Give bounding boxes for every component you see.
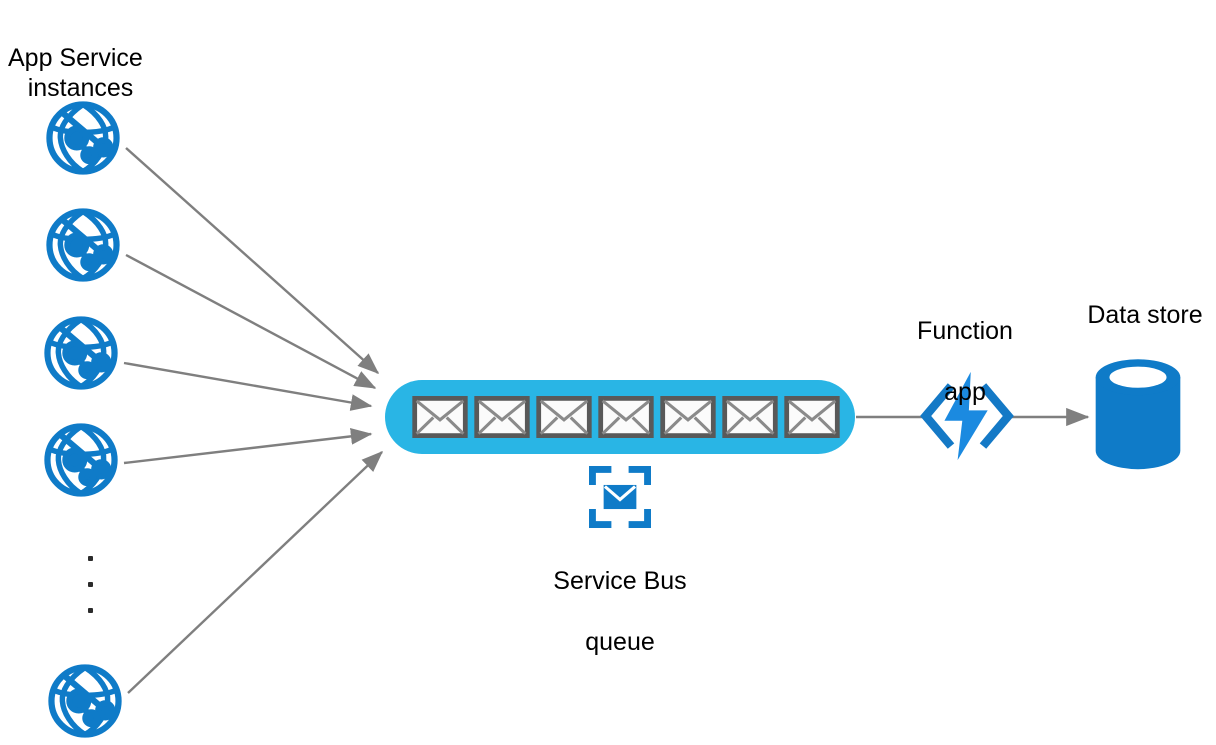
app-service-globe-icon (47, 319, 114, 386)
app-service-globe-icon (47, 426, 114, 493)
app-service-label-line1: App Service (8, 43, 143, 72)
connector-instance-3-to-queue (123, 361, 373, 411)
queue-message-7 (787, 398, 838, 435)
app-service-label-line2: instances (27, 74, 134, 102)
connector-instance-4-to-queue (123, 428, 373, 465)
service-bus-queue-label: Service Bus queue (500, 535, 740, 688)
service-bus-queue-icon-group[interactable] (592, 469, 647, 524)
ellipsis-dot-2 (88, 582, 93, 587)
service-bus-queue-icon (592, 469, 647, 524)
app-service-instance-n[interactable] (51, 667, 118, 734)
diagram-canvas: App Service instances Service Bus queue … (0, 0, 1216, 745)
connector-instance-1-to-queue (125, 147, 380, 374)
data-store-label: Data store (1087, 301, 1203, 329)
connector-instance-2-to-queue (125, 253, 377, 390)
database-cylinder-icon (1095, 359, 1181, 470)
queue-message-3 (539, 398, 590, 435)
queue-message-6 (725, 398, 776, 435)
queue-message-2 (477, 398, 528, 435)
app-service-instances-label: App Service instances (8, 12, 208, 134)
app-service-globe-icon (51, 667, 118, 734)
connector-group-instances-to-queue (123, 147, 384, 694)
ellipsis-dot-1 (88, 556, 93, 561)
function-app-label-line1: Function (917, 316, 1013, 345)
function-app-label-line2: app (944, 377, 986, 406)
app-service-instance-3[interactable] (47, 319, 114, 386)
queue-message-4 (601, 398, 652, 435)
service-bus-label-line2: queue (585, 627, 655, 656)
service-bus-queue-body[interactable] (385, 380, 855, 454)
connector-instance-n-to-queue (127, 451, 384, 694)
app-service-globe-icon (49, 211, 116, 278)
app-service-instance-2[interactable] (49, 211, 116, 278)
ellipsis-dot-3 (88, 608, 93, 613)
data-store-node[interactable] (1095, 359, 1181, 470)
function-app-label: Function app (870, 285, 1060, 438)
service-bus-label-line1: Service Bus (553, 566, 687, 595)
queue-message-1 (415, 398, 466, 435)
app-service-instance-4[interactable] (47, 426, 114, 493)
queue-message-5 (663, 398, 714, 435)
